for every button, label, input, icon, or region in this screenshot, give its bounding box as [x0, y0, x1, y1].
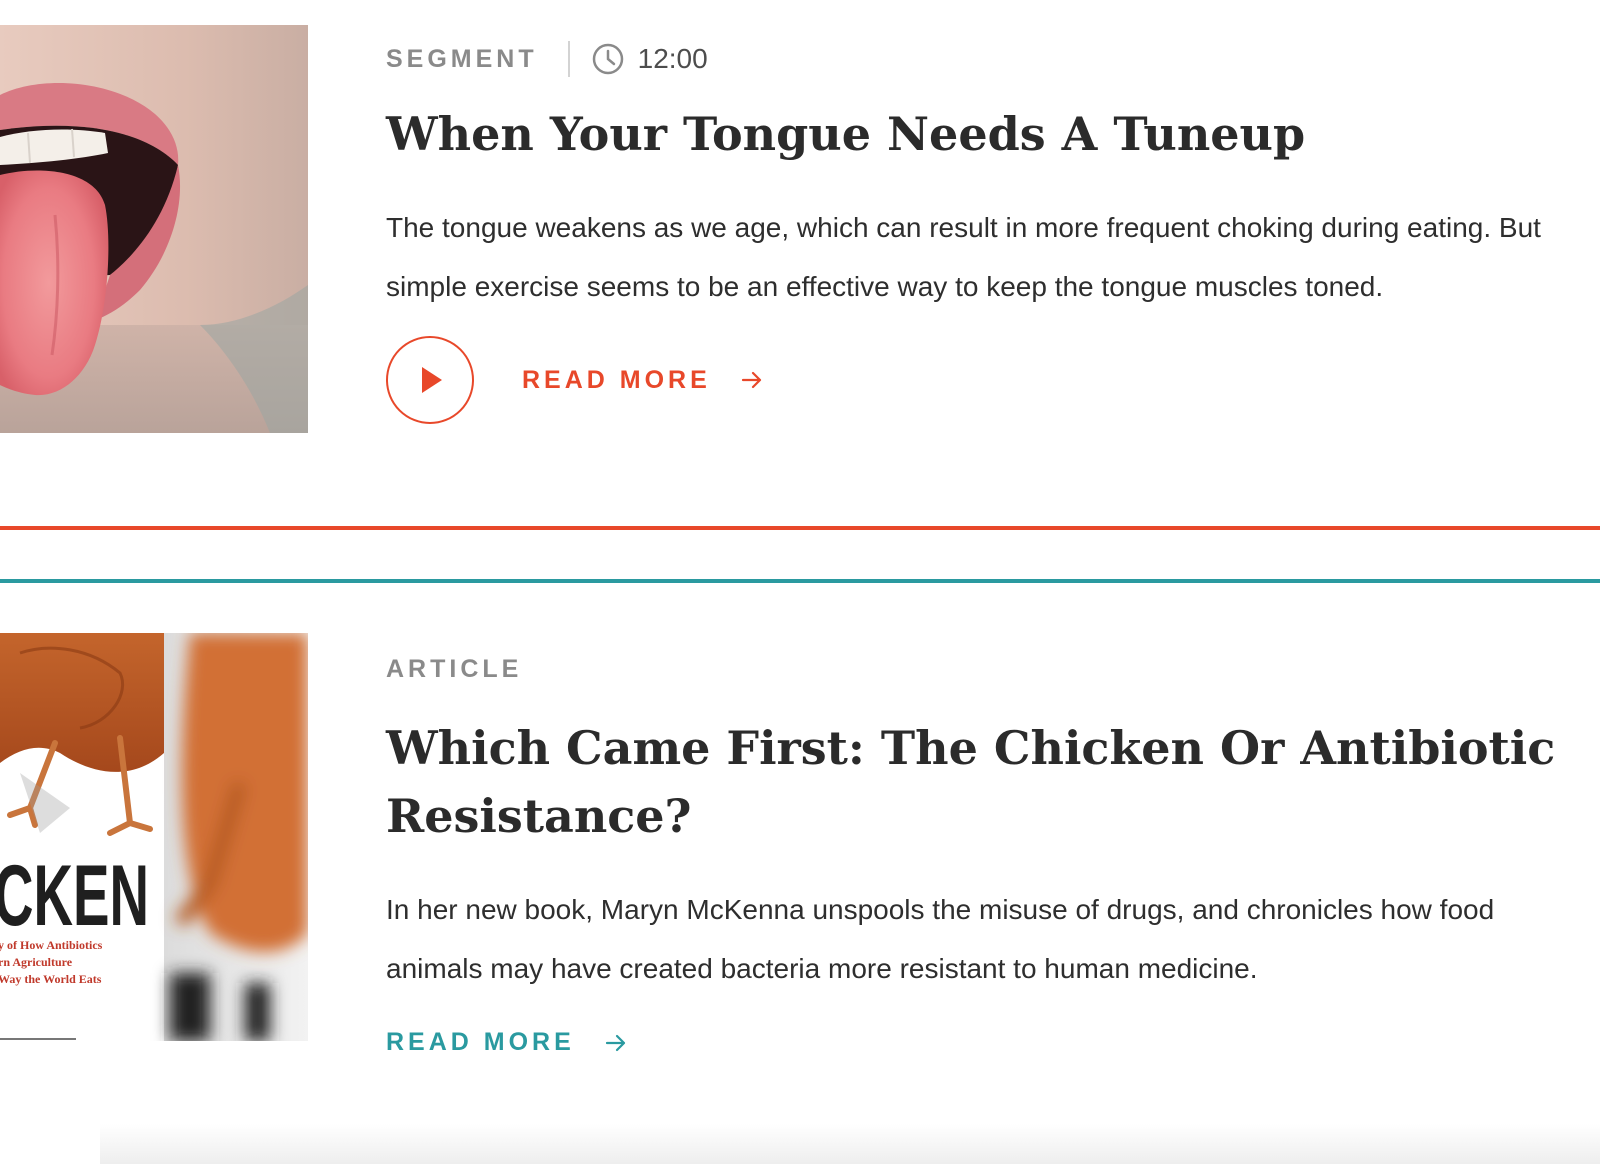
book-subtitle-line-3: Way the World Eats: [0, 972, 102, 986]
entry-article: CKEN y of How Antibiotics rn Agriculture…: [0, 584, 1600, 1144]
book-subtitle-line-1: y of How Antibiotics: [0, 938, 103, 952]
content-type-label: SEGMENT: [386, 44, 538, 73]
book-cover-image[interactable]: CKEN y of How Antibiotics rn Agriculture…: [0, 633, 308, 1041]
book-title-fragment: CKEN: [0, 848, 149, 944]
arrow-right-icon: [605, 1034, 625, 1051]
tongue-photo[interactable]: [0, 25, 308, 433]
entry-title[interactable]: When Your Tongue Needs A Tuneup: [386, 100, 1572, 168]
read-more-link[interactable]: READ MORE: [522, 366, 763, 395]
clock-icon: [592, 43, 624, 75]
arrow-right-icon: [741, 371, 761, 389]
entry-segment: SEGMENT 12:00 When Your Tongue Needs A T…: [0, 0, 1600, 527]
entry-content: ARTICLE Which Came First: The Chicken Or…: [386, 650, 1572, 1057]
entry-content: SEGMENT 12:00 When Your Tongue Needs A T…: [386, 40, 1572, 424]
entry-description: The tongue weakens as we age, which can …: [386, 212, 1541, 302]
entry-description: In her new book, Maryn McKenna unspools …: [386, 894, 1495, 984]
book-cover: CKEN y of How Antibiotics rn Agriculture…: [0, 633, 308, 1041]
tongue-image: [0, 25, 308, 433]
book-subtitle-line-2: rn Agriculture: [0, 955, 73, 969]
entry-actions: READ MORE: [386, 1028, 1572, 1057]
bottom-shadow: [100, 1124, 1600, 1164]
content-type-label: ARTICLE: [386, 654, 523, 683]
read-more-link[interactable]: READ MORE: [386, 1028, 627, 1057]
read-more-label: READ MORE: [522, 365, 711, 394]
entry-actions: READ MORE: [386, 336, 1572, 424]
duration-label: 12:00: [637, 43, 708, 74]
meta-row: ARTICLE: [386, 650, 1572, 688]
play-icon: [422, 367, 442, 393]
meta-divider: [567, 41, 570, 77]
section-divider-orange: [0, 526, 1600, 530]
meta-row: SEGMENT 12:00: [386, 40, 1572, 78]
read-more-label: READ MORE: [386, 1028, 575, 1056]
entry-title[interactable]: Which Came First: The Chicken Or Antibio…: [386, 714, 1572, 850]
play-button[interactable]: [386, 336, 474, 424]
section-divider-teal: [0, 579, 1600, 583]
